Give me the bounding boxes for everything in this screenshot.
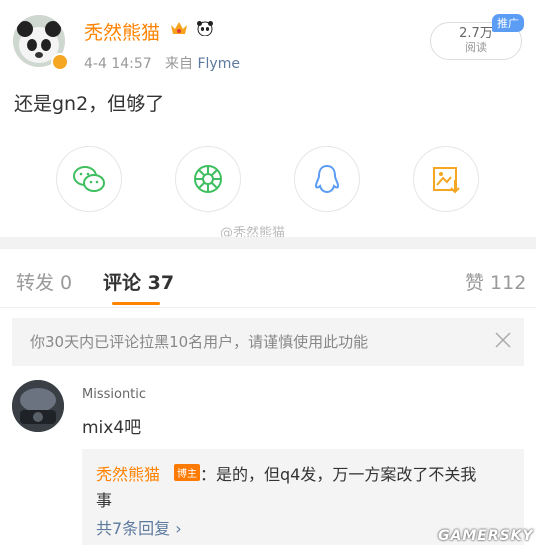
promote-badge[interactable]: 推广 [492, 14, 524, 32]
post-meta: 4-4 14:57 来自 Flyme [84, 53, 240, 73]
tab-likes[interactable]: 赞 112 [465, 268, 526, 295]
share-moments-button[interactable] [175, 146, 241, 212]
commenter-name[interactable]: Missiontic [82, 387, 146, 402]
post-time: 4-4 14:57 [84, 56, 152, 72]
reply-text: ：是的，但q4发，万一方案改了不关我 [200, 465, 477, 484]
site-watermark: GAMERSKY [438, 528, 534, 544]
crown-badge-icon [170, 20, 188, 40]
author-name[interactable]: 秃然熊猫 [84, 18, 160, 45]
views-label: 阅读 [465, 41, 487, 54]
author-avatar[interactable] [13, 15, 69, 71]
tab-repost[interactable]: 转发 0 [16, 268, 72, 295]
verified-badge-icon [51, 53, 69, 71]
reply-author-name[interactable]: 秃然熊猫 [96, 461, 160, 485]
share-wechat-button[interactable] [56, 146, 122, 212]
section-divider [0, 237, 536, 249]
more-replies-link[interactable]: 共7条回复 › [96, 515, 182, 539]
tab-comments[interactable]: 评论 37 [103, 268, 174, 295]
close-icon[interactable] [494, 331, 512, 349]
wechat-icon [73, 166, 105, 192]
save-image-button[interactable] [413, 146, 479, 212]
notice-text: 你30天内已评论拉黑10名用户，请谨慎使用此功能 [30, 333, 369, 351]
panda-badge-icon [196, 20, 214, 40]
tab-comments-count: 37 [147, 272, 175, 294]
tab-comments-label: 评论 [103, 272, 142, 294]
commenter-avatar[interactable] [12, 380, 64, 432]
post-text: 还是gn2，但够了 [14, 93, 165, 115]
comment-text: mix4吧 [82, 418, 142, 438]
moments-icon [194, 165, 222, 193]
tab-active-indicator [112, 302, 160, 305]
source-prefix: 来自 [165, 56, 194, 72]
save-image-icon [433, 167, 460, 194]
reply-text-continued: 事 [96, 491, 113, 510]
tabs-divider [0, 307, 536, 308]
qq-icon [314, 164, 340, 194]
blogger-badge: 博主 [174, 464, 200, 481]
share-qq-button[interactable] [294, 146, 360, 212]
post-source[interactable]: Flyme [197, 56, 239, 72]
